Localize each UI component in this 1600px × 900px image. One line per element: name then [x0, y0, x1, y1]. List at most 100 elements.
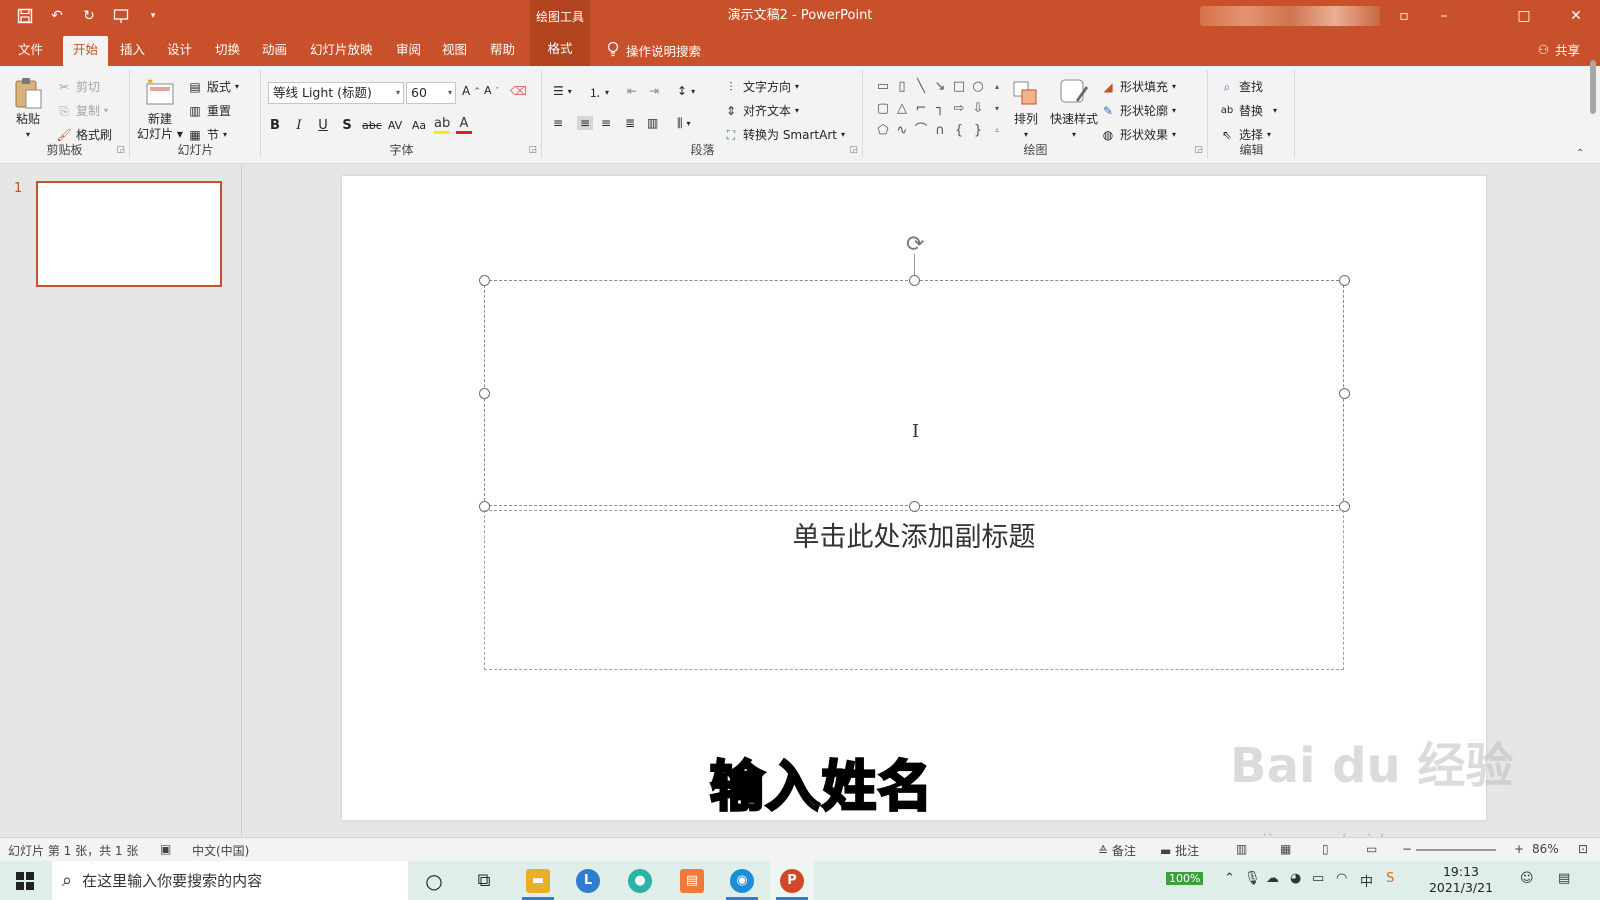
- emoji-icon[interactable]: ☺: [1520, 871, 1534, 886]
- tab-animations[interactable]: 动画: [252, 36, 297, 66]
- decrease-indent-icon[interactable]: ⇤: [627, 84, 637, 98]
- slide-canvas[interactable]: ⟳ I 单击此处添加副标题: [342, 176, 1486, 820]
- share-button[interactable]: ⚇ 共享: [1538, 40, 1580, 59]
- convert-smartart-button[interactable]: ⛶ 转换为 SmartArt ▾: [723, 126, 845, 143]
- slide-thumbnail[interactable]: [36, 181, 222, 287]
- oval-shape-icon[interactable]: ○: [969, 78, 987, 96]
- browser-icon[interactable]: ◉: [720, 861, 764, 900]
- tab-format[interactable]: 格式: [530, 32, 590, 66]
- tab-design[interactable]: 设计: [157, 36, 202, 66]
- find-button[interactable]: ⌕ 查找: [1219, 78, 1263, 95]
- arrow-line-icon[interactable]: ↘: [931, 78, 949, 96]
- spellcheck-icon[interactable]: ▣: [160, 842, 171, 856]
- underline-icon[interactable]: U: [314, 118, 332, 133]
- vertical-textbox-icon[interactable]: ▯: [893, 78, 911, 96]
- scribble-icon[interactable]: ∿: [893, 122, 911, 140]
- scroll-up-icon[interactable]: ▴: [988, 78, 1006, 96]
- clear-format-icon[interactable]: ⌫: [510, 84, 527, 98]
- comments-button[interactable]: ▬ 批注: [1160, 842, 1199, 859]
- justify-icon[interactable]: ≣: [625, 116, 635, 130]
- freeform-icon[interactable]: ⬠: [874, 122, 892, 140]
- arc-icon[interactable]: ⌒: [912, 122, 930, 140]
- down-arrow-shape-icon[interactable]: ⇩: [969, 100, 987, 118]
- resize-handle[interactable]: [479, 275, 490, 286]
- shape-outline-button[interactable]: ✎ 形状轮廓 ▾: [1100, 102, 1176, 119]
- task-view-icon[interactable]: ⧉: [464, 861, 504, 900]
- line-spacing-icon[interactable]: ↕ ▾: [677, 84, 695, 98]
- font-color-icon[interactable]: A: [456, 116, 472, 134]
- increase-font-icon[interactable]: A ^: [462, 84, 480, 98]
- lightbulb-app-icon[interactable]: ●: [618, 861, 662, 900]
- language-indicator[interactable]: 中文(中国): [192, 842, 249, 859]
- cloud-icon[interactable]: ☁: [1266, 871, 1279, 886]
- chevron-up-icon[interactable]: ⌃: [1224, 871, 1235, 886]
- align-right-icon[interactable]: ≡: [601, 116, 611, 130]
- minimize-icon[interactable]: –: [1424, 0, 1464, 32]
- zoom-slider[interactable]: [1416, 849, 1496, 851]
- right-brace-icon[interactable]: }: [969, 122, 987, 140]
- sogou-icon[interactable]: S: [1386, 871, 1394, 886]
- slide-sorter-icon[interactable]: ▦: [1280, 842, 1291, 856]
- tab-review[interactable]: 审阅: [386, 36, 431, 66]
- title-placeholder[interactable]: [484, 280, 1344, 506]
- reading-view-icon[interactable]: ▯: [1322, 842, 1329, 856]
- close-icon[interactable]: ✕: [1556, 0, 1596, 32]
- select-button[interactable]: ⇖ 选择 ▾: [1219, 126, 1271, 143]
- app-l-icon[interactable]: L: [566, 861, 610, 900]
- undo-icon[interactable]: ↶: [46, 6, 68, 26]
- resize-handle[interactable]: [479, 388, 490, 399]
- powerpoint-taskbar-icon[interactable]: P: [770, 861, 814, 900]
- subtitle-text[interactable]: 单击此处添加副标题: [485, 515, 1343, 554]
- qq-icon[interactable]: ◕: [1290, 871, 1301, 886]
- elbow-connector-icon[interactable]: ┐: [931, 100, 949, 118]
- resize-handle[interactable]: [909, 275, 920, 286]
- battery-icon[interactable]: ▭: [1312, 871, 1324, 886]
- tab-home[interactable]: 开始: [63, 36, 109, 66]
- shape-effects-button[interactable]: ◍ 形状效果 ▾: [1100, 126, 1176, 143]
- tab-slideshow[interactable]: 幻灯片放映: [300, 36, 383, 66]
- rounded-rect-icon[interactable]: ▢: [874, 100, 892, 118]
- slides-app-icon[interactable]: ▤: [670, 861, 714, 900]
- line-shape-icon[interactable]: ╲: [912, 78, 930, 96]
- font-size-select[interactable]: 60 ▾: [406, 82, 456, 104]
- align-center-icon[interactable]: ≡: [577, 116, 594, 130]
- tab-insert[interactable]: 插入: [110, 36, 155, 66]
- scrollbar[interactable]: [1588, 60, 1600, 120]
- paste-button[interactable]: 粘贴 ▾: [12, 76, 44, 142]
- layout-button[interactable]: ▤ 版式 ▾: [187, 78, 239, 95]
- format-painter-button[interactable]: 🖌 格式刷: [56, 126, 112, 143]
- align-left-icon[interactable]: ≡: [553, 116, 563, 130]
- columns-icon[interactable]: ⫼ ▾: [677, 116, 691, 131]
- restore-icon[interactable]: ▫: [1384, 0, 1424, 32]
- zoom-out-icon[interactable]: −: [1402, 842, 1412, 856]
- battery-indicator[interactable]: 100%: [1166, 871, 1204, 886]
- wifi-icon[interactable]: ◠: [1336, 871, 1347, 886]
- italic-icon[interactable]: I: [290, 118, 308, 133]
- cut-button[interactable]: ✂ 剪切: [56, 78, 100, 95]
- connector-icon[interactable]: ⌐: [912, 100, 930, 118]
- section-button[interactable]: ▦ 节 ▾: [187, 126, 227, 143]
- cortana-icon[interactable]: ○: [414, 861, 454, 900]
- subtitle-placeholder[interactable]: 单击此处添加副标题: [484, 510, 1344, 670]
- highlight-icon[interactable]: ab: [434, 116, 450, 134]
- curve-icon[interactable]: ∩: [931, 122, 949, 140]
- numbering-icon[interactable]: ⒈ ▾: [589, 84, 609, 101]
- zoom-in-icon[interactable]: +: [1514, 842, 1524, 856]
- align-text-button[interactable]: ⇕ 对齐文本 ▾: [723, 102, 799, 119]
- file-explorer-icon[interactable]: ▬: [516, 861, 560, 900]
- rotate-handle-icon[interactable]: ⟳: [906, 232, 924, 257]
- shapes-gallery[interactable]: ▭ ▯ ╲ ↘ □ ○ ▴ ▢ △ ⌐ ┐ ⇨ ⇩ ▾ ⬠ ∿ ⌒ ∩ { } …: [874, 78, 1006, 140]
- resize-handle[interactable]: [1339, 388, 1350, 399]
- quick-styles-button[interactable]: 快速样式 ▾: [1050, 76, 1098, 142]
- change-case-icon[interactable]: Aa: [410, 119, 428, 132]
- copy-button[interactable]: ⎘ 复制 ▾: [56, 102, 108, 119]
- save-icon[interactable]: [14, 6, 36, 26]
- fit-slide-icon[interactable]: ⊡: [1578, 842, 1588, 856]
- left-brace-icon[interactable]: {: [950, 122, 968, 140]
- slideshow-view-icon[interactable]: ▭: [1366, 842, 1377, 856]
- resize-handle[interactable]: [1339, 275, 1350, 286]
- notes-button[interactable]: ≙ 备注: [1098, 842, 1136, 859]
- account-area[interactable]: [1200, 6, 1380, 26]
- strikethrough-icon[interactable]: abc: [362, 119, 382, 132]
- present-icon[interactable]: [110, 6, 132, 26]
